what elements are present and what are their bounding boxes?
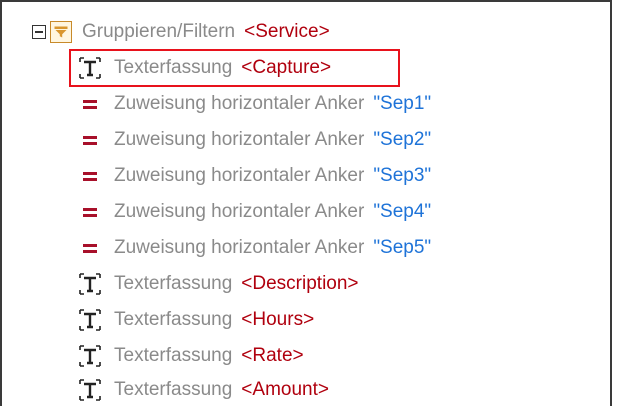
tree-root-row[interactable]: Gruppieren/Filtern <Service> [32, 14, 330, 50]
node-string-value: "Sep1" [373, 93, 432, 114]
tree-view-panel: Gruppieren/Filtern <Service> Texterfassu… [0, 0, 612, 406]
tree-item-row[interactable]: Zuweisung horizontaler Anker "Sep1" [77, 86, 431, 122]
text-capture-icon [77, 343, 103, 369]
assignment-equals-icon [77, 235, 103, 261]
node-label: Gruppieren/Filtern [82, 21, 236, 42]
node-tag: <Hours> [241, 309, 315, 330]
text-capture-icon [77, 271, 103, 297]
node-string-value: "Sep3" [373, 165, 432, 186]
node-label: Texterfassung [114, 379, 233, 400]
node-label: Texterfassung [114, 57, 233, 78]
node-tag: <Service> [244, 21, 330, 42]
tree-item-row[interactable]: Texterfassung <Amount> [77, 372, 329, 408]
node-label: Texterfassung [114, 345, 233, 366]
assignment-equals-icon [77, 163, 103, 189]
node-label: Texterfassung [114, 309, 233, 330]
node-label: Zuweisung horizontaler Anker [114, 93, 365, 114]
text-capture-icon [77, 307, 103, 333]
assignment-equals-icon [77, 127, 103, 153]
node-tag: <Capture> [241, 57, 332, 78]
tree-item-row[interactable]: Texterfassung <Hours> [77, 302, 314, 338]
node-tag: <Description> [241, 273, 359, 294]
node-tag: <Amount> [241, 379, 329, 400]
node-label: Zuweisung horizontaler Anker [114, 129, 365, 150]
assignment-equals-icon [77, 91, 103, 117]
collapse-minus-icon[interactable] [32, 25, 46, 39]
node-label: Texterfassung [114, 273, 233, 294]
tree-item-row[interactable]: Texterfassung <Description> [77, 266, 359, 302]
tree-item-row[interactable]: Texterfassung <Rate> [77, 338, 304, 374]
tree-item-row[interactable]: Zuweisung horizontaler Anker "Sep4" [77, 194, 431, 230]
text-capture-icon [77, 377, 103, 403]
tree-item-row[interactable]: Zuweisung horizontaler Anker "Sep5" [77, 230, 431, 266]
tree-item-row[interactable]: Zuweisung horizontaler Anker "Sep3" [77, 158, 431, 194]
node-string-value: "Sep5" [373, 237, 432, 258]
node-string-value: "Sep2" [373, 129, 432, 150]
assignment-equals-icon [77, 199, 103, 225]
group-filter-icon [50, 21, 72, 43]
node-tag: <Rate> [241, 345, 304, 366]
node-label: Zuweisung horizontaler Anker [114, 237, 365, 258]
text-capture-icon [77, 55, 103, 81]
tree-item-row[interactable]: Texterfassung <Capture> [77, 50, 331, 86]
node-label: Zuweisung horizontaler Anker [114, 201, 365, 222]
node-label: Zuweisung horizontaler Anker [114, 165, 365, 186]
node-string-value: "Sep4" [373, 201, 432, 222]
tree-item-row[interactable]: Zuweisung horizontaler Anker "Sep2" [77, 122, 431, 158]
